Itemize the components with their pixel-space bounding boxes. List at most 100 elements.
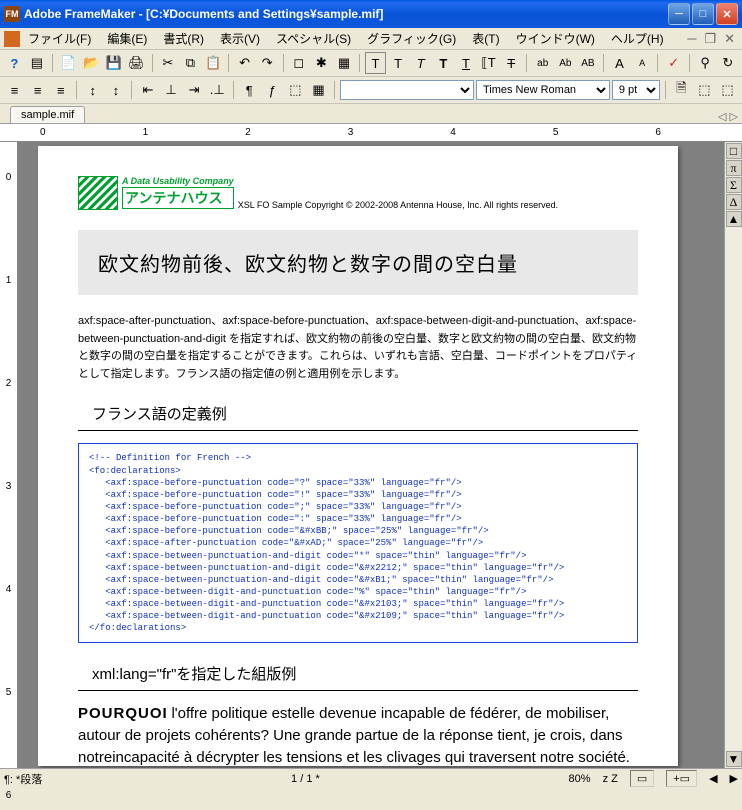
mdi-restore-icon[interactable]: ❐ — [701, 29, 719, 49]
catalog-icon[interactable]: ▤ — [27, 52, 48, 74]
font-combo[interactable]: Times New Roman — [476, 80, 610, 100]
menu-edit[interactable]: 編集(E) — [99, 28, 155, 49]
section-heading-1: フランス語の定義例 — [78, 401, 638, 431]
menu-special[interactable]: スペシャル(S) — [268, 28, 359, 49]
bold-icon[interactable]: T — [410, 52, 431, 74]
document-area[interactable]: A Data Usability Company アンテナハウス XSL FO … — [18, 142, 724, 768]
para-catalog-icon[interactable]: ¶ — [239, 79, 260, 101]
paragraph-style-combo[interactable] — [340, 80, 474, 100]
dec-size-icon[interactable]: A — [632, 52, 653, 74]
page-title: 欧文約物前後、欧文約物と数字の間の空白量 — [98, 248, 618, 277]
align-right-icon[interactable]: ≡ — [50, 79, 71, 101]
element-catalog-icon[interactable]: ⬚ — [694, 79, 715, 101]
text-symbols-icon[interactable]: T — [365, 52, 386, 74]
find-icon[interactable]: ⚲ — [695, 52, 716, 74]
mdi-close-icon[interactable]: ✕ — [721, 29, 738, 49]
uppercase-icon[interactable]: AB — [578, 52, 599, 74]
tab-left-icon[interactable]: ⇤ — [137, 79, 158, 101]
save-icon[interactable]: 💾 — [103, 52, 124, 74]
status-scroll-right-icon[interactable]: ▶ — [730, 772, 738, 785]
status-scroll-left-icon[interactable]: ◀ — [709, 772, 717, 785]
title-bar: FM Adobe FrameMaker - [C:¥Documents and … — [0, 0, 742, 28]
underline-icon[interactable]: T — [456, 52, 477, 74]
paste-icon[interactable]: 📋 — [203, 52, 224, 74]
undo-icon[interactable]: ↶ — [234, 52, 255, 74]
scrollbar-track[interactable] — [726, 228, 742, 750]
status-zoom[interactable]: 80% — [569, 773, 591, 785]
text-frame-icon[interactable]: □ — [726, 143, 742, 159]
scroll-up-icon[interactable]: ▲ — [726, 211, 742, 227]
anchored-frame-icon[interactable]: ◻ — [288, 52, 309, 74]
menu-file[interactable]: ファイル(F) — [20, 28, 99, 49]
new-icon[interactable]: 📄 — [58, 52, 79, 74]
plain-icon[interactable]: T — [388, 52, 409, 74]
tab-scroll-left-icon[interactable]: ◁ — [718, 111, 726, 123]
strike-icon[interactable]: T — [501, 52, 522, 74]
spacing-wide-icon[interactable]: ↕ — [105, 79, 126, 101]
redo-icon[interactable]: ↷ — [257, 52, 278, 74]
close-button[interactable]: ✕ — [716, 3, 738, 25]
logo-tagline: A Data Usability Company — [122, 177, 234, 187]
status-page[interactable]: 1 / 1 * — [291, 773, 320, 785]
repeat-find-icon[interactable]: ↻ — [718, 52, 739, 74]
font-size-combo[interactable]: 9 pt — [612, 80, 660, 100]
spellcheck-icon[interactable]: ✓ — [663, 52, 684, 74]
menu-table[interactable]: 表(T) — [464, 28, 507, 49]
scroll-down-icon[interactable]: ▼ — [726, 751, 742, 767]
logo-row: A Data Usability Company アンテナハウス XSL FO … — [78, 176, 638, 210]
menu-bar: ファイル(F) 編集(E) 書式(R) 表示(V) スペシャル(S) グラフィッ… — [0, 28, 742, 50]
tools-icon[interactable]: ⬚ — [285, 79, 306, 101]
equation-pi-icon[interactable]: π — [726, 160, 742, 176]
page: A Data Usability Company アンテナハウス XSL FO … — [38, 146, 678, 766]
table-icon[interactable]: ▦ — [334, 52, 355, 74]
spacing-tight-icon[interactable]: ↕ — [82, 79, 103, 101]
print-icon[interactable]: 🖨 — [126, 52, 147, 74]
status-zz[interactable]: z Z — [603, 773, 618, 785]
tab-sample[interactable]: sample.mif — [10, 106, 85, 123]
toolbar-main: ? ▤ 📄 📂 💾 🖨 ✂ ⧉ 📋 ↶ ↷ ◻ ✱ ▦ T T T T T ⟦T… — [0, 50, 742, 77]
borders-icon[interactable]: ▦ — [308, 79, 329, 101]
workspace: 0123456 A Data Usability Company アンテナハウス… — [0, 142, 742, 768]
section-heading-2: xml:lang="fr"を指定した組版例 — [78, 661, 638, 691]
footnote-icon[interactable]: ✱ — [311, 52, 332, 74]
help-icon[interactable]: ? — [4, 52, 25, 74]
menu-window[interactable]: ウインドウ(W) — [508, 28, 603, 49]
menu-graphic[interactable]: グラフィック(G) — [359, 28, 464, 49]
copyright-text: XSL FO Sample Copyright © 2002-2008 Ante… — [238, 200, 558, 210]
equation-delta-icon[interactable]: Δ — [726, 194, 742, 210]
copy-icon[interactable]: ⧉ — [180, 52, 201, 74]
equation-sigma-icon[interactable]: Σ — [726, 177, 742, 193]
change-bar-icon[interactable]: ⟦T — [478, 52, 499, 74]
status-box-1[interactable]: ▭ — [630, 770, 654, 787]
lowercase-icon[interactable]: ab — [532, 52, 553, 74]
inc-size-icon[interactable]: A — [609, 52, 630, 74]
description-text: axf:space-after-punctuation、axf:space-be… — [78, 313, 638, 383]
code-block: <!-- Definition for French --> <fo:decla… — [78, 443, 638, 643]
align-center-icon[interactable]: ≡ — [27, 79, 48, 101]
open-icon[interactable]: 📂 — [81, 52, 102, 74]
char-catalog-icon[interactable]: ƒ — [262, 79, 283, 101]
attributes-icon[interactable]: ⬚ — [717, 79, 738, 101]
menu-format[interactable]: 書式(R) — [155, 28, 212, 49]
history-icon[interactable]: 🗎 — [671, 79, 692, 101]
tab-right-icon[interactable]: ⇥ — [184, 79, 205, 101]
menu-help[interactable]: ヘルプ(H) — [603, 28, 672, 49]
titlecase-icon[interactable]: Ab — [555, 52, 576, 74]
horizontal-ruler[interactable]: 0123456 — [0, 124, 742, 142]
status-box-2[interactable]: +▭ — [666, 770, 697, 787]
menu-view[interactable]: 表示(V) — [212, 28, 268, 49]
maximize-button[interactable]: □ — [692, 3, 714, 25]
cut-icon[interactable]: ✂ — [158, 52, 179, 74]
logo-jp: アンテナハウス — [122, 187, 234, 209]
minimize-button[interactable]: ─ — [668, 3, 690, 25]
mdi-minimize-icon[interactable]: ─ — [684, 29, 699, 49]
body-lead: POURQUOI — [78, 705, 168, 722]
status-bar: ¶: *段落 1 / 1 * 80% z Z ▭ +▭ ◀ ▶ — [0, 768, 742, 788]
vertical-ruler[interactable]: 0123456 — [0, 142, 18, 768]
align-left-icon[interactable]: ≡ — [4, 79, 25, 101]
italic-icon[interactable]: T — [433, 52, 454, 74]
tab-scroll-right-icon[interactable]: ▷ — [730, 111, 738, 123]
tab-decimal-icon[interactable]: .⊥ — [207, 79, 228, 101]
tab-center-icon[interactable]: ⊥ — [160, 79, 181, 101]
right-toolstrip: □ π Σ Δ ▲ ▼ — [724, 142, 742, 768]
